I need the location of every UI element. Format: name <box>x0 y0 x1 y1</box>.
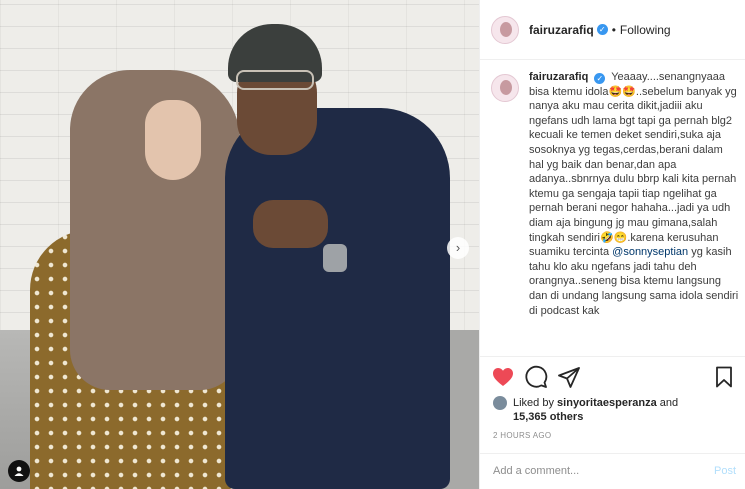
caption-emoji-2: 🤣😁 <box>599 231 628 244</box>
man-sweater <box>225 108 450 489</box>
caption-emoji-1: 🤩🤩 <box>608 85 636 98</box>
verified-badge-icon: ✓ <box>594 73 606 84</box>
caption-avatar[interactable] <box>491 74 519 102</box>
action-bar <box>480 356 745 396</box>
liked-by-line: Liked by sinyoritaesperanza and <box>513 396 678 411</box>
next-photo-button[interactable]: › <box>447 237 469 259</box>
comment-input[interactable] <box>493 465 673 477</box>
post-header: fairuzarafiq ✓ • Following <box>480 0 745 60</box>
likes-count[interactable]: 15,365 others <box>513 410 583 425</box>
woman-face <box>145 100 201 180</box>
liked-by-user[interactable]: sinyoritaesperanza <box>557 397 657 409</box>
post-side-panel: fairuzarafiq ✓ • Following fairuzarafiq … <box>479 0 745 489</box>
liker-avatar[interactable] <box>493 396 507 410</box>
caption-username[interactable]: fairuzarafiq <box>529 71 588 83</box>
post-timestamp[interactable]: 2 HOURS AGO <box>493 431 551 440</box>
post-comment-button[interactable]: Post <box>714 465 736 477</box>
following-button[interactable]: Following <box>620 23 671 37</box>
liked-by-prefix: Liked by <box>513 397 554 409</box>
verified-badge-icon: ✓ <box>596 24 608 35</box>
person-tag-icon <box>14 466 24 476</box>
tagged-people-button[interactable] <box>8 460 30 482</box>
wristwatch <box>323 244 347 272</box>
man-glasses <box>236 70 314 90</box>
avatar[interactable] <box>491 15 519 44</box>
separator-dot: • <box>611 22 616 37</box>
liked-by-and: and <box>659 397 679 409</box>
caption-mention-link[interactable]: @sonnyseptian <box>612 246 688 258</box>
comment-bar: Post <box>480 453 745 489</box>
heart-icon[interactable] <box>491 365 515 389</box>
chevron-right-icon: › <box>455 240 461 255</box>
comment-icon[interactable] <box>524 365 548 389</box>
caption-text-2: ..sebelum banyak yg nanya aku mau cerita… <box>529 85 737 244</box>
post-photo[interactable]: › <box>0 0 479 489</box>
header-username[interactable]: fairuzarafiq <box>529 23 594 37</box>
caption-text: fairuzarafiq ✓ Yeaaay....senangnyaaa bis… <box>529 70 739 356</box>
bookmark-icon[interactable] <box>712 365 736 389</box>
caption: fairuzarafiq ✓ Yeaaay....senangnyaaa bis… <box>491 70 739 356</box>
man-hand-pointing <box>253 200 328 248</box>
share-icon[interactable] <box>557 365 581 389</box>
